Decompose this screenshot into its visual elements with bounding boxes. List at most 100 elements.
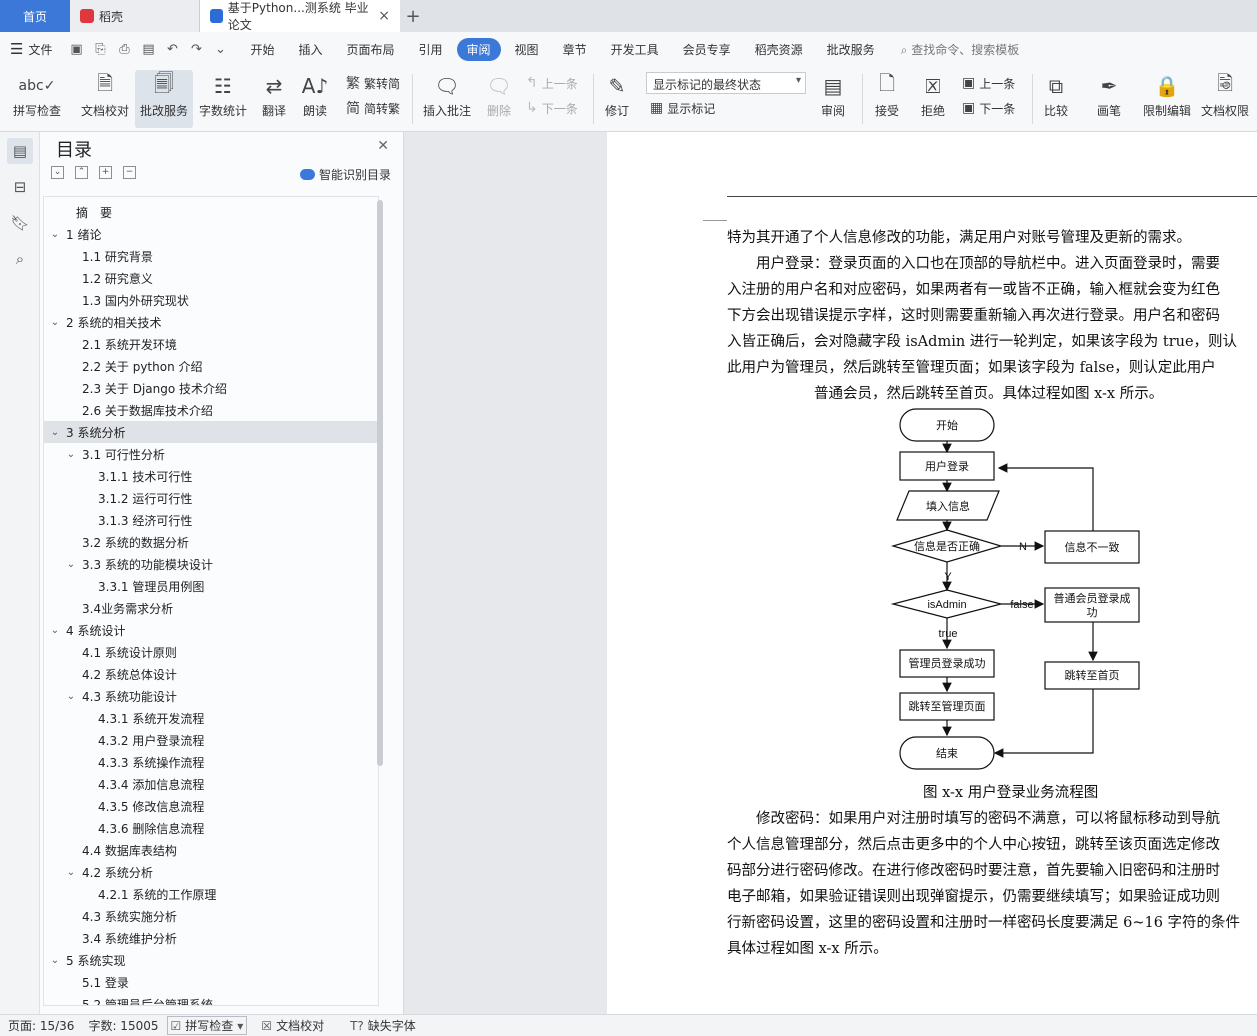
toc-item[interactable]: 4.3.4 添加信息流程 bbox=[44, 773, 378, 795]
redo-icon[interactable]: ↷ bbox=[187, 40, 205, 58]
word-count-button[interactable]: ☷ 字数统计 bbox=[196, 70, 250, 128]
menu-tab[interactable]: 开始 bbox=[240, 38, 284, 61]
tab-home[interactable]: 首页 bbox=[0, 0, 70, 32]
menu-tab[interactable]: 引用 bbox=[409, 38, 453, 61]
toc-item[interactable]: 3.1.1 技术可行性 bbox=[44, 465, 378, 487]
insert-comment-button[interactable]: 🗨 插入批注 bbox=[420, 70, 474, 128]
command-search[interactable]: ⌕ 查找命令、搜索模板 bbox=[901, 41, 1020, 58]
toc-item[interactable]: ⌄ 2 系统的相关技术 bbox=[44, 311, 378, 333]
menu-tab[interactable]: 稻壳资源 bbox=[745, 38, 813, 61]
delete-comment-button[interactable]: 🗨 删除 bbox=[480, 70, 518, 128]
tab-document[interactable]: 基于Python...测系统 毕业论文 × bbox=[200, 0, 400, 32]
chevron-down-icon[interactable]: ⌄ bbox=[64, 559, 78, 570]
toc-item[interactable]: 4.3 系统实施分析 bbox=[44, 905, 378, 927]
doc-proof-status[interactable]: ☒ 文档校对 bbox=[261, 1017, 324, 1034]
next-change-button[interactable]: ▣ 下一条 bbox=[962, 97, 1015, 119]
chevron-down-icon[interactable]: ⌄ bbox=[48, 955, 62, 966]
accept-button[interactable]: 🗋 接受 bbox=[868, 70, 906, 128]
toc-item[interactable]: 3.1.2 运行可行性 bbox=[44, 487, 378, 509]
tab-docer[interactable]: 稻壳 bbox=[70, 0, 200, 32]
preview-icon[interactable]: ▤ bbox=[139, 40, 157, 58]
menu-tab[interactable]: 章节 bbox=[553, 38, 597, 61]
close-tab-icon[interactable]: × bbox=[378, 8, 390, 24]
toc-item[interactable]: ⌄ 3.3 系统的功能模块设计 bbox=[44, 553, 378, 575]
chevron-down-icon[interactable]: ⌄ bbox=[48, 427, 62, 438]
compare-button[interactable]: ⧉ 比较 bbox=[1036, 70, 1076, 128]
toc-item[interactable]: 1.2 研究意义 bbox=[44, 267, 378, 289]
toc-item[interactable]: 2.3 关于 Django 技术介绍 bbox=[44, 377, 378, 399]
spell-check-status[interactable]: ☑ 拼写检查 ▾ bbox=[166, 1016, 248, 1035]
simp-to-trad-button[interactable]: 简简转繁 bbox=[346, 97, 400, 119]
toc-scrollbar[interactable] bbox=[377, 200, 383, 766]
menu-tab[interactable]: 插入 bbox=[288, 38, 332, 61]
toc-item[interactable]: ⌄ 3 系统分析 bbox=[44, 421, 378, 443]
doc-permission-button[interactable]: 🗟 文档权限 bbox=[1198, 70, 1252, 128]
undo-icon[interactable]: ↶ bbox=[163, 40, 181, 58]
toc-item[interactable]: 3.3.1 管理员用例图 bbox=[44, 575, 378, 597]
toc-item[interactable]: 2.1 系统开发环境 bbox=[44, 333, 378, 355]
markup-mode-select[interactable]: 显示标记的最终状态 ▾ bbox=[646, 72, 806, 94]
toc-item[interactable]: 4.3.5 修改信息流程 bbox=[44, 795, 378, 817]
expand-all-icon[interactable]: ⌃ bbox=[75, 166, 88, 179]
reject-button[interactable]: 🗵 拒绝 bbox=[914, 70, 952, 128]
missing-font-status[interactable]: T? 缺失字体 bbox=[350, 1017, 416, 1034]
next-comment-button[interactable]: ↳ 下一条 bbox=[526, 97, 578, 119]
toc-item[interactable]: 4.3.2 用户登录流程 bbox=[44, 729, 378, 751]
toc-item[interactable]: 摘 要 bbox=[44, 201, 378, 223]
remove-heading-icon[interactable]: − bbox=[123, 166, 136, 179]
save-icon[interactable]: ▣ bbox=[67, 40, 85, 58]
toc-item[interactable]: 1.1 研究背景 bbox=[44, 245, 378, 267]
menu-tab[interactable]: 批改服务 bbox=[817, 38, 885, 61]
search-icon[interactable]: ⌕ bbox=[7, 246, 33, 272]
toc-item[interactable]: 4.2 系统总体设计 bbox=[44, 663, 378, 685]
chevron-down-icon[interactable]: ⌄ bbox=[48, 229, 62, 240]
menu-tab[interactable]: 页面布局 bbox=[337, 38, 405, 61]
toc-item[interactable]: 3.4 系统维护分析 bbox=[44, 927, 378, 949]
close-icon[interactable]: ✕ bbox=[377, 138, 389, 154]
track-changes-button[interactable]: ✎ 修订 bbox=[598, 70, 636, 128]
toc-item[interactable]: 1.3 国内外研究现状 bbox=[44, 289, 378, 311]
toc-item[interactable]: ⌄ 4 系统设计 bbox=[44, 619, 378, 641]
chapter-nav-icon[interactable]: ⊟ bbox=[7, 174, 33, 200]
prev-change-button[interactable]: ▣ 上一条 bbox=[962, 72, 1015, 94]
new-tab-button[interactable]: + bbox=[400, 0, 426, 32]
toc-item[interactable]: 2.6 关于数据库技术介绍 bbox=[44, 399, 378, 421]
toc-item[interactable]: 4.3.6 删除信息流程 bbox=[44, 817, 378, 839]
toc-item[interactable]: 3.2 系统的数据分析 bbox=[44, 531, 378, 553]
toc-item[interactable]: 5.1 登录 bbox=[44, 971, 378, 993]
toc-item[interactable]: ⌄ 4.3 系统功能设计 bbox=[44, 685, 378, 707]
review-pane-button[interactable]: ▤ 审阅 bbox=[814, 70, 852, 128]
customize-icon[interactable]: ⌄ bbox=[211, 40, 229, 58]
toc-item[interactable]: 2.2 关于 python 介绍 bbox=[44, 355, 378, 377]
page-indicator[interactable]: 页面: 15/36 bbox=[8, 1017, 74, 1034]
chevron-down-icon[interactable]: ⌄ bbox=[64, 691, 78, 702]
toc-item[interactable]: 4.3.1 系统开发流程 bbox=[44, 707, 378, 729]
chevron-down-icon[interactable]: ⌄ bbox=[64, 867, 78, 878]
print-icon[interactable]: ⎙ bbox=[115, 40, 133, 58]
doc-proof-button[interactable]: 🗎 文档校对 bbox=[76, 70, 134, 128]
word-count-indicator[interactable]: 字数: 15005 bbox=[88, 1017, 158, 1034]
toc-item[interactable]: ⌄ 1 绪论 bbox=[44, 223, 378, 245]
pen-button[interactable]: ✒ 画笔 bbox=[1090, 70, 1128, 128]
bookmark-icon[interactable]: 🔖︎ bbox=[7, 210, 33, 236]
trad-to-simp-button[interactable]: 繁繁转简 bbox=[346, 72, 400, 94]
prev-comment-button[interactable]: ↰ 上一条 bbox=[526, 72, 578, 94]
chevron-down-icon[interactable]: ⌄ bbox=[64, 449, 78, 460]
toc-item[interactable]: 3.1.3 经济可行性 bbox=[44, 509, 378, 531]
toc-item[interactable]: 4.1 系统设计原则 bbox=[44, 641, 378, 663]
review-service-button[interactable]: 🗐 批改服务 bbox=[135, 70, 193, 128]
toc-item[interactable]: 5.2 管理员后台管理系统 bbox=[44, 993, 378, 1006]
menu-tab[interactable]: 开发工具 bbox=[601, 38, 669, 61]
export-icon[interactable]: ⎘ bbox=[91, 40, 109, 58]
toc-item[interactable]: 4.2.1 系统的工作原理 bbox=[44, 883, 378, 905]
toc-item[interactable]: 4.3.3 系统操作流程 bbox=[44, 751, 378, 773]
smart-toc-button[interactable]: 智能识别目录 bbox=[299, 166, 391, 183]
spell-check-button[interactable]: abc✓ 拼写检查 bbox=[6, 70, 68, 128]
toc-item[interactable]: 3.4业务需求分析 bbox=[44, 597, 378, 619]
chevron-down-icon[interactable]: ⌄ bbox=[48, 625, 62, 636]
add-heading-icon[interactable]: + bbox=[99, 166, 112, 179]
toc-item[interactable]: 4.4 数据库表结构 bbox=[44, 839, 378, 861]
translate-button[interactable]: ⇄ 翻译 bbox=[254, 70, 294, 128]
menu-tab[interactable]: 审阅 bbox=[456, 37, 501, 61]
collapse-all-icon[interactable]: ⌄ bbox=[51, 166, 64, 179]
